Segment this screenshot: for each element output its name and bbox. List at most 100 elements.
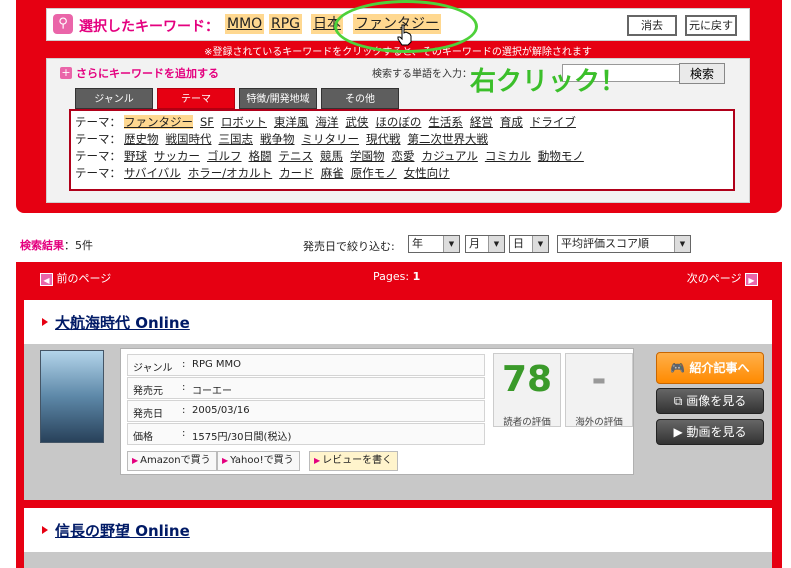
info-row-maker: 発売元: コーエー bbox=[127, 377, 485, 399]
triangle-bullet-icon bbox=[42, 526, 48, 534]
game-card-body: ジャンル: RPG MMO 発売元: コーエー 発売日:2005/03/16 価格:… bbox=[24, 344, 772, 500]
keyword-link[interactable]: 武侠 bbox=[345, 115, 368, 129]
keyword-link[interactable]: カジュアル bbox=[422, 149, 478, 163]
clear-button[interactable]: 消去 bbox=[627, 15, 677, 36]
keyword-link[interactable]: ゴルフ bbox=[207, 149, 242, 163]
game-thumbnail[interactable] bbox=[40, 350, 104, 443]
keyword-link[interactable]: 現代戦 bbox=[366, 132, 401, 146]
keyword-row-label: テーマ： bbox=[75, 115, 121, 129]
keyword-link[interactable]: ドライブ bbox=[530, 115, 576, 129]
tab-features[interactable]: 特徴/開発地域 bbox=[239, 88, 317, 109]
keyword-link[interactable]: 第二次世界大戦 bbox=[408, 132, 489, 146]
keyword-link[interactable]: 恋愛 bbox=[392, 149, 415, 163]
month-select[interactable]: 月 ▼ bbox=[465, 235, 505, 253]
game-card-header: 信長の野望 Online bbox=[24, 508, 772, 552]
add-keyword-label[interactable]: さらにキーワードを追加する bbox=[76, 65, 219, 81]
plus-icon: + bbox=[60, 66, 72, 79]
write-review-button[interactable]: ▶ レビューを書く bbox=[309, 451, 399, 471]
yahoo-button[interactable]: ▶ Yahoo!で買う bbox=[217, 451, 300, 471]
undo-button[interactable]: 元に戻す bbox=[685, 15, 737, 36]
result-count: 検索結果：5件 bbox=[20, 237, 93, 253]
amazon-label: Amazonで買う bbox=[140, 455, 211, 466]
result-count-label: 検索結果 bbox=[20, 239, 64, 252]
sort-select-value: 平均評価スコア順 bbox=[561, 237, 649, 250]
keyword-link[interactable]: 育成 bbox=[500, 115, 523, 129]
info-key: 価格 bbox=[133, 432, 153, 443]
year-select[interactable]: 年 ▼ bbox=[408, 235, 460, 253]
keyword-link[interactable]: 競馬 bbox=[320, 149, 343, 163]
keyword-link[interactable]: ホラー/オカルト bbox=[188, 166, 272, 180]
keyword-row: テーマ： 野球 サッカー ゴルフ 格闘 テニス 競馬 学園物 恋愛 カジュアル コミカル 動物モノ bbox=[75, 148, 733, 165]
info-value: 2005/03/16 bbox=[192, 405, 250, 416]
chevron-down-icon: ▼ bbox=[488, 236, 504, 252]
tab-genre[interactable]: ジャンル bbox=[75, 88, 153, 109]
next-page-link[interactable]: 次のページ ▶ bbox=[687, 270, 758, 286]
keyword-chip-mmo[interactable]: MMO bbox=[225, 14, 265, 34]
game-title-link[interactable]: 大航海時代 Online bbox=[55, 312, 190, 333]
result-count-value: ：5件 bbox=[64, 239, 93, 252]
keyword-link[interactable]: 原作モノ bbox=[351, 166, 397, 180]
keyword-link[interactable]: 戦争物 bbox=[260, 132, 295, 146]
keyword-link[interactable]: ミリタリー bbox=[302, 132, 360, 146]
pages-label: Pages: bbox=[373, 270, 413, 283]
triangle-icon: ▶ bbox=[314, 456, 321, 465]
view-videos-button[interactable]: ▶ 動画を見る bbox=[656, 419, 764, 445]
keyword-link[interactable]: 歴史物 bbox=[124, 132, 159, 146]
keyword-link[interactable]: サッカー bbox=[154, 149, 200, 163]
keyword-link[interactable]: 格闘 bbox=[249, 149, 272, 163]
info-row-price: 価格:1575円/30日間(税込) bbox=[127, 423, 485, 445]
pager: ◀ 前のページ Pages: 1 次のページ ▶ bbox=[20, 270, 772, 288]
view-images-button[interactable]: ⧉ 画像を見る bbox=[656, 388, 764, 414]
keyword-row-label: テーマ： bbox=[75, 149, 121, 163]
page-indicator: Pages: 1 bbox=[373, 270, 420, 283]
intro-article-label: 紹介記事へ bbox=[689, 361, 750, 375]
game-title-link[interactable]: 信長の野望 Online bbox=[55, 520, 190, 541]
keyword-link[interactable]: SF bbox=[200, 115, 214, 129]
keyword-link[interactable]: テニス bbox=[279, 149, 314, 163]
keyword-link[interactable]: ほのぼの bbox=[375, 115, 421, 129]
keyword-link[interactable]: サバイバル bbox=[124, 166, 181, 180]
keyword-link[interactable]: 海洋 bbox=[315, 115, 338, 129]
arrow-right-icon: ▶ bbox=[745, 272, 758, 286]
game-card: 信長の野望 Online bbox=[24, 508, 772, 568]
prev-page-link[interactable]: ◀ 前のページ bbox=[40, 270, 111, 286]
keyword-link[interactable]: 麻雀 bbox=[321, 166, 344, 180]
keyword-link[interactable]: 経営 bbox=[470, 115, 493, 129]
keyword-link[interactable]: 三国志 bbox=[219, 132, 254, 146]
day-select[interactable]: 日 ▼ bbox=[509, 235, 549, 253]
tab-other[interactable]: その他 bbox=[321, 88, 399, 109]
keyword-link[interactable]: 戦国時代 bbox=[166, 132, 212, 146]
keyword-link[interactable]: 動物モノ bbox=[538, 149, 584, 163]
month-select-value: 月 bbox=[469, 237, 480, 250]
triangle-icon: ▶ bbox=[132, 456, 139, 465]
selected-keywords-title: 選択したキーワード： bbox=[79, 19, 219, 35]
annotation-right-click: 右クリック！ bbox=[470, 67, 627, 97]
sort-select[interactable]: 平均評価スコア順 ▼ bbox=[557, 235, 691, 253]
keyword-link[interactable]: 学園物 bbox=[350, 149, 385, 163]
intro-article-button[interactable]: 🎮 紹介記事へ bbox=[656, 352, 764, 384]
keyword-search-button[interactable]: 検索 bbox=[679, 63, 725, 84]
keyword-link[interactable]: ロボット bbox=[221, 115, 267, 129]
tab-theme[interactable]: テーマ bbox=[157, 88, 235, 109]
keyword-link[interactable]: 女性向け bbox=[404, 166, 450, 180]
page-number: 1 bbox=[412, 270, 421, 283]
keyword-link[interactable]: 生活系 bbox=[428, 115, 463, 129]
keyword-chip-rpg[interactable]: RPG bbox=[269, 14, 303, 34]
keyword-link[interactable]: 東洋風 bbox=[274, 115, 309, 129]
keyword-row: テーマ： ファンタジー SF ロボット 東洋風 海洋 武侠 ほのぼの 生活系 経営 育成 ドライブ bbox=[75, 114, 733, 131]
yahoo-label: Yahoo!で買う bbox=[230, 455, 294, 466]
keyword-link[interactable]: コミカル bbox=[485, 149, 531, 163]
info-value: コーエー bbox=[192, 386, 232, 397]
game-info-table: ジャンル: RPG MMO 発売元: コーエー 発売日:2005/03/16 価格:… bbox=[127, 354, 485, 446]
keyword-row: テーマ： サバイバル ホラー/オカルト カード 麻雀 原作モノ 女性向け bbox=[75, 165, 733, 182]
game-card-body bbox=[24, 552, 772, 568]
keyword-link[interactable]: 野球 bbox=[124, 149, 147, 163]
keyword-link[interactable]: カード bbox=[279, 166, 314, 180]
game-info-box: ジャンル: RPG MMO 発売元: コーエー 発売日:2005/03/16 価格:… bbox=[120, 348, 634, 475]
amazon-button[interactable]: ▶ Amazonで買う bbox=[127, 451, 217, 471]
prev-page-label: 前のページ bbox=[56, 272, 112, 285]
keyword-link[interactable]: ファンタジー bbox=[124, 115, 193, 129]
view-videos-label: 動画を見る bbox=[686, 425, 747, 439]
review-label: レビューを書く bbox=[322, 455, 393, 466]
triangle-bullet-icon bbox=[42, 318, 48, 326]
